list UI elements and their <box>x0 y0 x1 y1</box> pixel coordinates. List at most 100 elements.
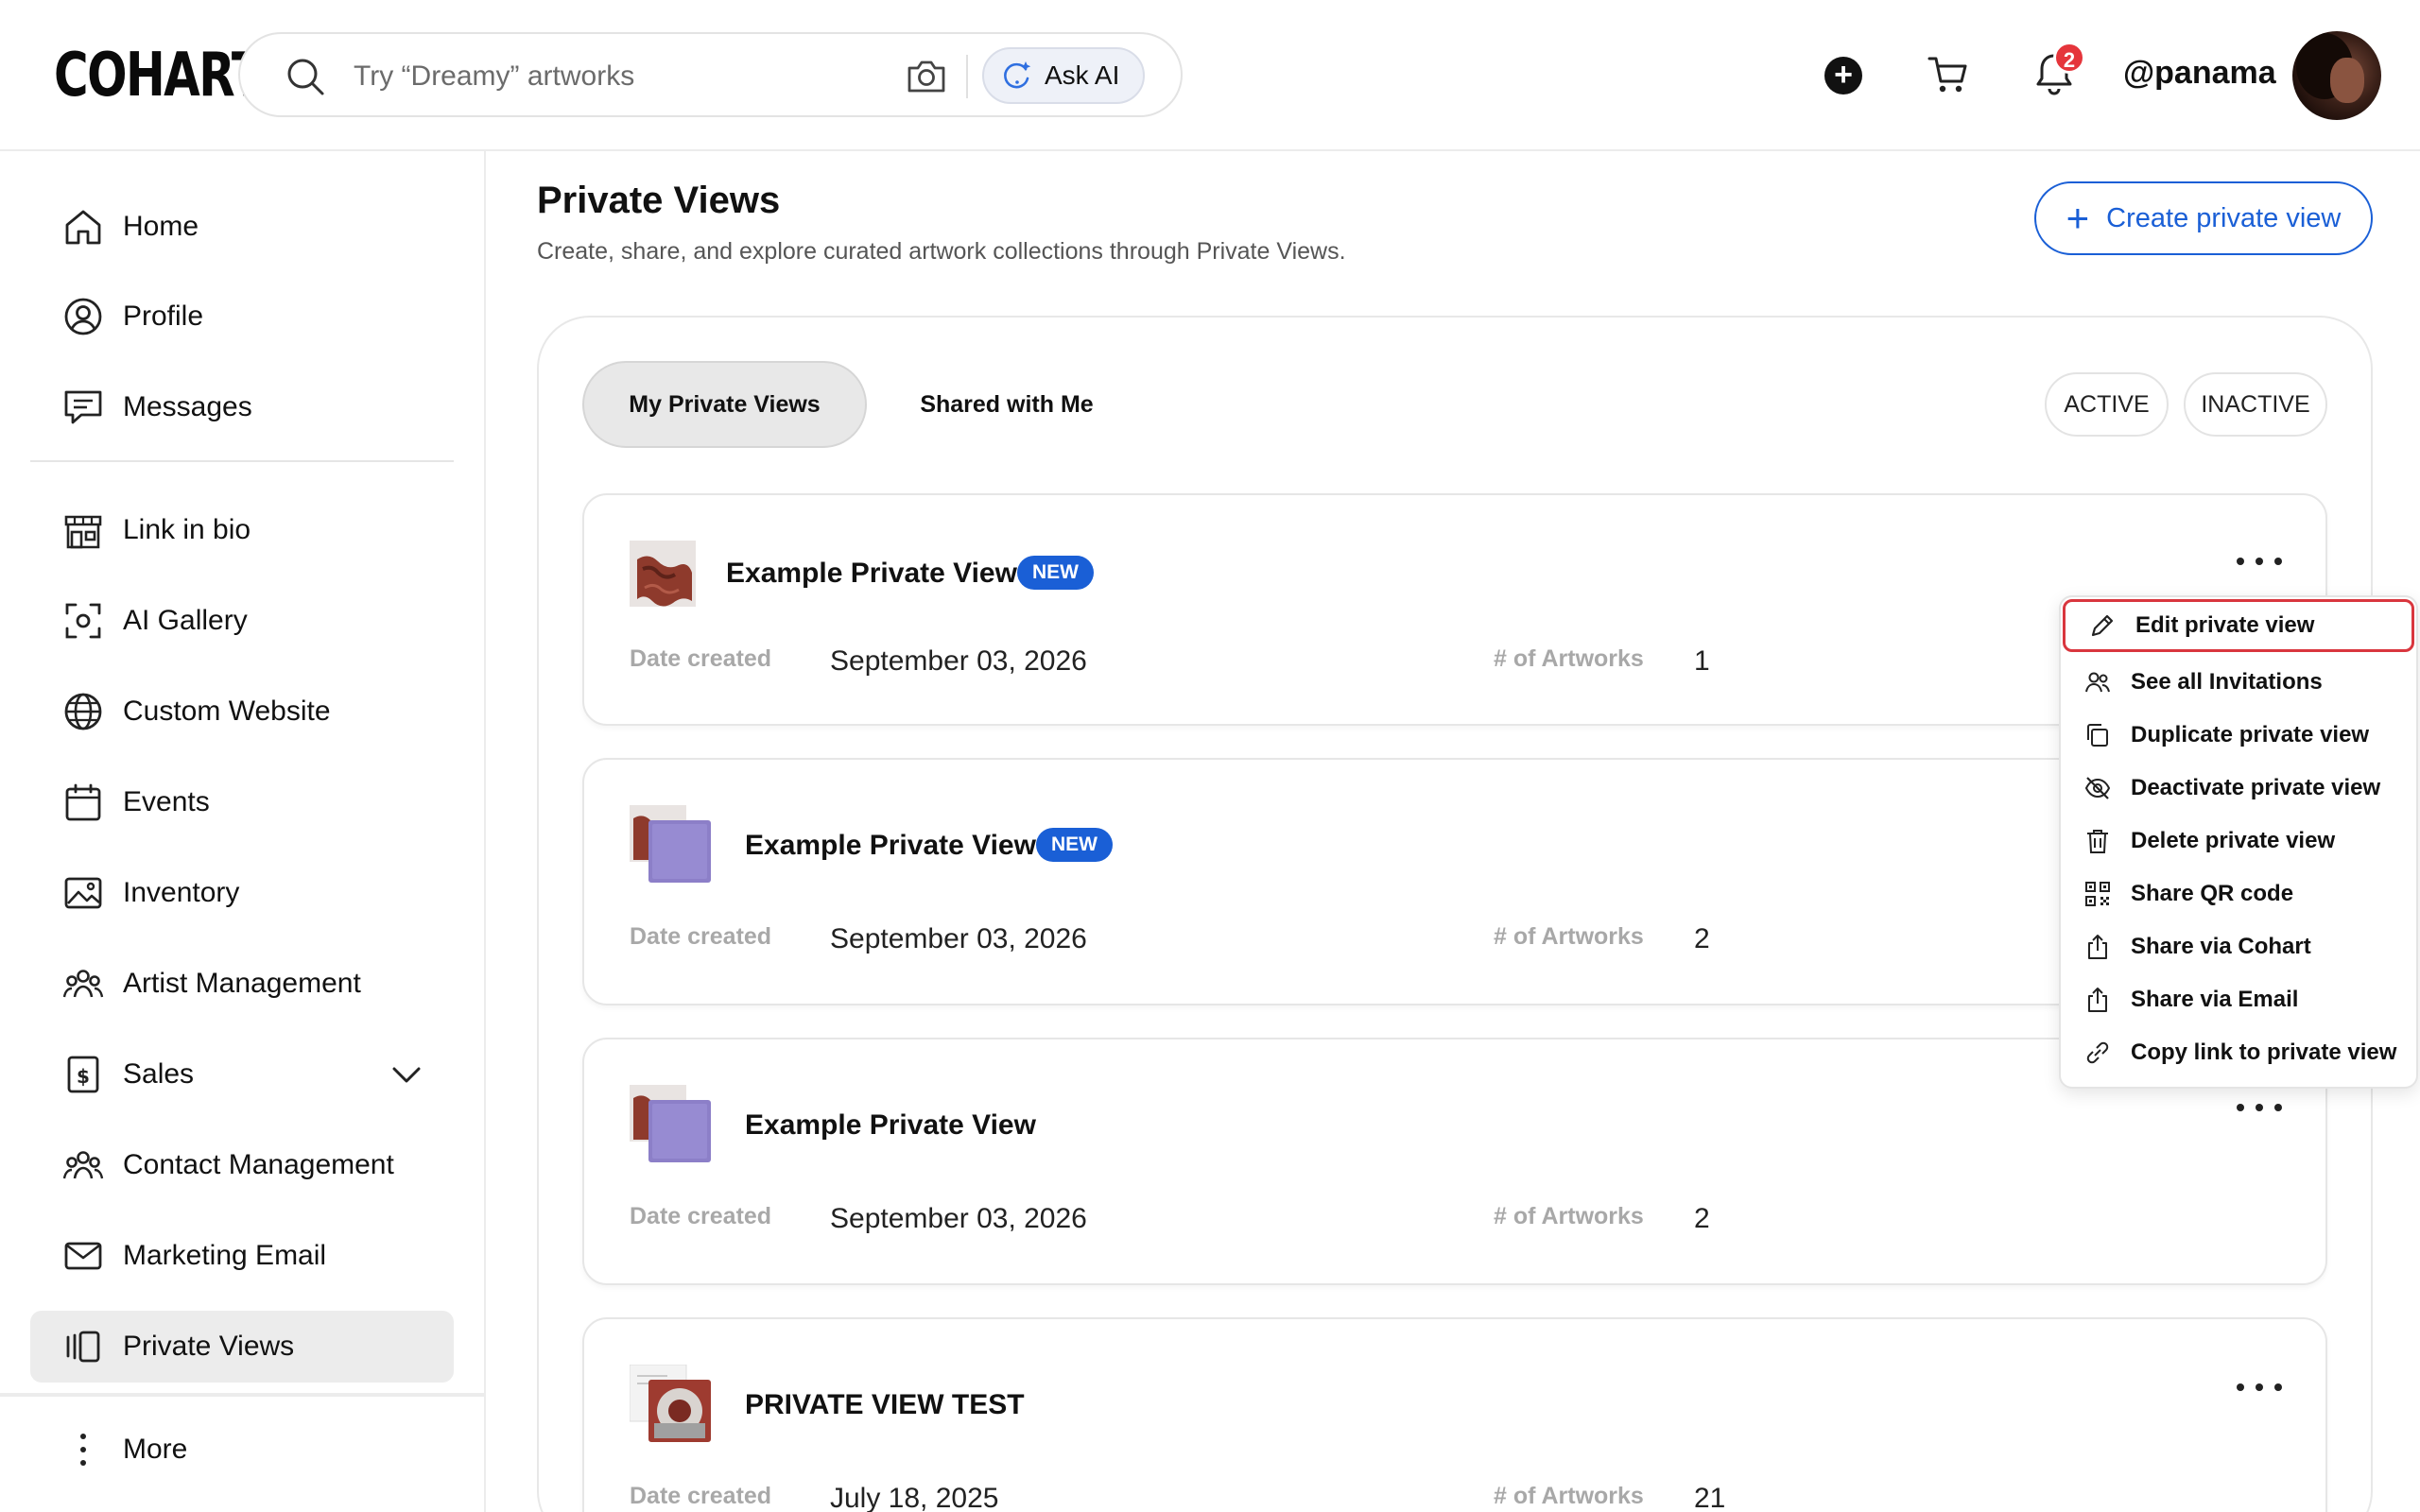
menu-item-share-qr-code[interactable]: Share QR code <box>2061 868 2416 920</box>
private-view-options-menu: Edit private view See all Invitations Du… <box>2059 595 2418 1089</box>
tab-my-private-views[interactable]: My Private Views <box>582 361 867 448</box>
scan-icon <box>62 600 104 642</box>
menu-item-label: Duplicate private view <box>2131 722 2370 747</box>
globe-icon <box>62 691 104 732</box>
sidebar-item-label: Private Views <box>123 1331 295 1362</box>
copy-icon <box>2083 721 2112 749</box>
menu-item-duplicate-private-view[interactable]: Duplicate private view <box>2061 709 2416 762</box>
sidebar-item-label: Link in bio <box>123 514 251 545</box>
sidebar-item-home[interactable]: Home <box>30 191 454 263</box>
users-icon <box>2083 668 2112 696</box>
artwork-thumbnail[interactable] <box>630 1085 715 1164</box>
sidebar-item-link-in-bio[interactable]: Link in bio <box>30 494 454 566</box>
mail-icon <box>62 1235 104 1277</box>
ask-ai-button[interactable]: Ask AI <box>982 47 1145 104</box>
date-created-label: Date created <box>630 1203 772 1229</box>
artwork-count-label: # of Artworks <box>1494 645 1644 672</box>
date-created-label: Date created <box>630 645 772 672</box>
menu-item-label: Deactivate private view <box>2131 775 2381 800</box>
sidebar-item-profile[interactable]: Profile <box>30 281 454 352</box>
private-view-title[interactable]: PRIVATE VIEW TEST <box>745 1389 1025 1421</box>
menu-item-delete-private-view[interactable]: Delete private view <box>2061 815 2416 868</box>
sidebar-item-ai-gallery[interactable]: AI Gallery <box>30 585 454 657</box>
more-options-icon[interactable] <box>2237 1378 2282 1397</box>
date-created-value: September 03, 2026 <box>830 923 1087 954</box>
date-created-value: September 03, 2026 <box>830 1203 1087 1234</box>
new-badge: NEW <box>1017 556 1094 590</box>
menu-item-see-all-invitations[interactable]: See all Invitations <box>2061 656 2416 709</box>
more-options-icon[interactable] <box>2237 1098 2282 1117</box>
private-view-title[interactable]: Example Private View <box>745 1109 1036 1142</box>
sidebar-divider <box>0 1393 486 1397</box>
top-header: COHART Ask AI + 2 @panama <box>0 0 2420 151</box>
more-vertical-icon <box>62 1429 104 1470</box>
add-icon[interactable]: + <box>1824 57 1862 94</box>
new-badge: NEW <box>1036 828 1113 862</box>
camera-icon[interactable] <box>906 57 947 94</box>
menu-item-label: Share via Cohart <box>2131 934 2311 959</box>
search-icon <box>287 59 324 95</box>
private-view-title[interactable]: Example Private View <box>726 558 1017 590</box>
plus-icon: + <box>2066 196 2090 240</box>
date-created-value: September 03, 2026 <box>830 645 1087 677</box>
sidebar-item-label: Inventory <box>123 877 240 908</box>
search-bar: Ask AI <box>238 32 1183 117</box>
search-divider <box>966 55 968 98</box>
link-icon <box>2083 1039 2112 1067</box>
date-created-value: July 18, 2025 <box>830 1483 999 1512</box>
pencil-icon <box>2088 611 2117 640</box>
trash-icon <box>2083 827 2112 855</box>
svg-text:$: $ <box>77 1065 90 1088</box>
eye-off-icon <box>2083 774 2112 802</box>
artwork-thumbnail[interactable] <box>630 1365 715 1444</box>
filter-inactive[interactable]: INACTIVE <box>2184 372 2327 437</box>
storefront-icon <box>62 509 104 551</box>
cohart-logo[interactable]: COHART <box>54 42 264 110</box>
menu-item-label: Edit private view <box>2135 612 2315 638</box>
sidebar-item-label: Sales <box>123 1058 195 1090</box>
sidebar-item-private-views[interactable]: Private Views <box>30 1311 454 1383</box>
qr-code-icon <box>2083 880 2112 908</box>
sidebar-item-artist-management[interactable]: Artist Management <box>30 948 454 1020</box>
filter-active[interactable]: ACTIVE <box>2045 372 2169 437</box>
sidebar-item-label: Marketing Email <box>123 1240 327 1271</box>
artwork-thumbnail[interactable] <box>630 541 696 607</box>
page-title: Private Views <box>537 180 781 221</box>
sidebar-item-label: Events <box>123 786 210 817</box>
private-views-icon <box>62 1326 104 1367</box>
artwork-count-value: 1 <box>1694 645 1710 677</box>
artwork-count-label: # of Artworks <box>1494 1483 1644 1509</box>
menu-item-edit-private-view[interactable]: Edit private view <box>2063 599 2414 652</box>
menu-item-deactivate-private-view[interactable]: Deactivate private view <box>2061 762 2416 815</box>
sidebar-item-more[interactable]: More <box>30 1414 454 1486</box>
sidebar-item-sales[interactable]: $ Sales <box>30 1039 454 1110</box>
avatar[interactable] <box>2292 31 2381 120</box>
sidebar-item-inventory[interactable]: Inventory <box>30 857 454 929</box>
menu-item-label: Share via Email <box>2131 987 2299 1012</box>
sidebar-item-label: Contact Management <box>123 1149 394 1180</box>
cart-icon[interactable] <box>1927 53 1970 96</box>
ask-ai-label: Ask AI <box>1045 60 1120 90</box>
sidebar-item-custom-website[interactable]: Custom Website <box>30 676 454 747</box>
menu-item-share-via-email[interactable]: Share via Email <box>2061 973 2416 1026</box>
sidebar-item-messages[interactable]: Messages <box>30 371 454 443</box>
image-icon <box>62 872 104 914</box>
more-options-icon[interactable] <box>2237 552 2282 571</box>
dollar-document-icon: $ <box>62 1054 104 1095</box>
menu-item-copy-link[interactable]: Copy link to private view <box>2061 1026 2416 1079</box>
menu-item-label: Delete private view <box>2131 828 2336 853</box>
tab-shared-with-me[interactable]: Shared with Me <box>898 361 1115 448</box>
sidebar-item-label: Custom Website <box>123 696 331 727</box>
menu-item-share-via-cohart[interactable]: Share via Cohart <box>2061 920 2416 973</box>
contacts-icon <box>62 1144 104 1186</box>
sidebar-item-events[interactable]: Events <box>30 766 454 838</box>
sidebar-item-marketing-email[interactable]: Marketing Email <box>30 1220 454 1292</box>
notification-badge: 2 <box>2053 42 2085 74</box>
chevron-down-icon[interactable] <box>391 1061 422 1088</box>
menu-item-label: See all Invitations <box>2131 669 2323 695</box>
sidebar-item-contact-management[interactable]: Contact Management <box>30 1129 454 1201</box>
username[interactable]: @panama <box>2123 55 2276 92</box>
create-private-view-button[interactable]: + Create private view <box>2034 181 2373 255</box>
artwork-thumbnail[interactable] <box>630 805 715 885</box>
private-view-title[interactable]: Example Private View <box>745 830 1036 862</box>
